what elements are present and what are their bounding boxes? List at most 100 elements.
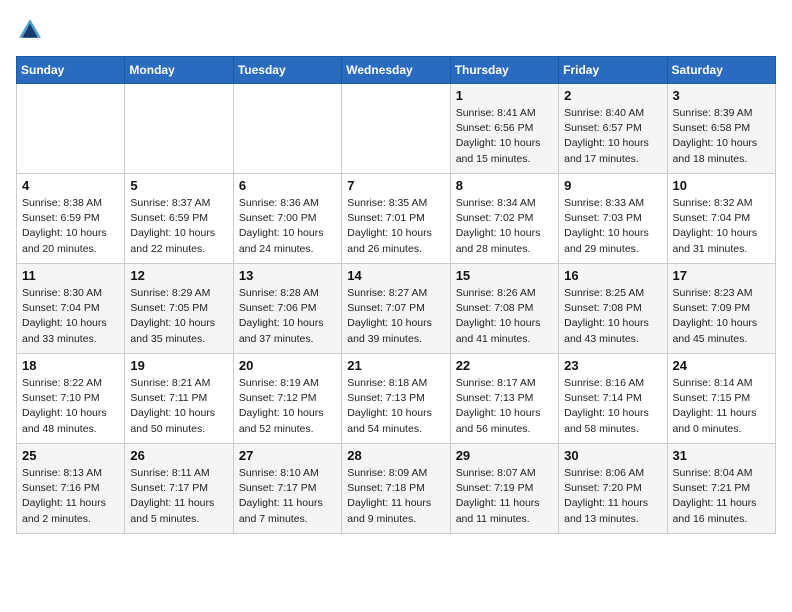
day-number: 15 (456, 268, 553, 283)
day-number: 26 (130, 448, 227, 463)
day-number: 27 (239, 448, 336, 463)
calendar-cell: 5 Sunrise: 8:37 AMSunset: 6:59 PMDaylight… (125, 174, 233, 264)
calendar-cell: 24 Sunrise: 8:14 AMSunset: 7:15 PMDayligh… (667, 354, 775, 444)
day-number: 7 (347, 178, 444, 193)
calendar-week-5: 25Sunrise: 8:13 AMSunset: 7:16 PMDayligh… (17, 444, 776, 534)
day-info: Sunrise: 8:21 AMSunset: 7:11 PMDaylight:… (130, 376, 227, 437)
calendar-cell (233, 84, 341, 174)
calendar-cell: 10 Sunrise: 8:32 AMSunset: 7:04 PMDayligh… (667, 174, 775, 264)
calendar-cell: 1Sunrise: 8:41 AMSunset: 6:56 PMDaylight… (450, 84, 558, 174)
day-number: 11 (22, 268, 119, 283)
day-info: Sunrise: 8:32 AMSunset: 7:04 PMDaylight:… (673, 196, 770, 257)
calendar-cell: 30 Sunrise: 8:06 AMSunset: 7:20 PMDayligh… (559, 444, 667, 534)
calendar-cell (342, 84, 450, 174)
day-info: Sunrise: 8:04 AMSunset: 7:21 PMDaylight:… (673, 466, 770, 527)
day-number: 12 (130, 268, 227, 283)
calendar-cell: 18 Sunrise: 8:22 AMSunset: 7:10 PMDayligh… (17, 354, 125, 444)
day-info: Sunrise: 8:19 AMSunset: 7:12 PMDaylight:… (239, 376, 336, 437)
day-info: Sunrise: 8:25 AMSunset: 7:08 PMDaylight:… (564, 286, 661, 347)
calendar-cell: 2Sunrise: 8:40 AMSunset: 6:57 PMDaylight… (559, 84, 667, 174)
weekday-header-saturday: Saturday (667, 57, 775, 84)
day-info: Sunrise: 8:29 AMSunset: 7:05 PMDaylight:… (130, 286, 227, 347)
day-number: 31 (673, 448, 770, 463)
weekday-header-row: SundayMondayTuesdayWednesdayThursdayFrid… (17, 57, 776, 84)
calendar-week-4: 18 Sunrise: 8:22 AMSunset: 7:10 PMDayligh… (17, 354, 776, 444)
calendar-cell: 11 Sunrise: 8:30 AMSunset: 7:04 PMDayligh… (17, 264, 125, 354)
logo (16, 16, 48, 44)
calendar-week-3: 11 Sunrise: 8:30 AMSunset: 7:04 PMDayligh… (17, 264, 776, 354)
calendar-cell: 22 Sunrise: 8:17 AMSunset: 7:13 PMDayligh… (450, 354, 558, 444)
day-info: Sunrise: 8:30 AMSunset: 7:04 PMDaylight:… (22, 286, 119, 347)
day-number: 28 (347, 448, 444, 463)
day-info: Sunrise: 8:07 AMSunset: 7:19 PMDaylight:… (456, 466, 553, 527)
day-info: Sunrise: 8:36 AMSunset: 7:00 PMDaylight:… (239, 196, 336, 257)
calendar-cell: 8 Sunrise: 8:34 AMSunset: 7:02 PMDaylight… (450, 174, 558, 264)
calendar-cell: 17 Sunrise: 8:23 AMSunset: 7:09 PMDayligh… (667, 264, 775, 354)
weekday-header-wednesday: Wednesday (342, 57, 450, 84)
calendar-cell: 27 Sunrise: 8:10 AMSunset: 7:17 PMDayligh… (233, 444, 341, 534)
day-info: Sunrise: 8:33 AMSunset: 7:03 PMDaylight:… (564, 196, 661, 257)
calendar-cell: 14 Sunrise: 8:27 AMSunset: 7:07 PMDayligh… (342, 264, 450, 354)
day-number: 23 (564, 358, 661, 373)
day-number: 14 (347, 268, 444, 283)
day-number: 24 (673, 358, 770, 373)
calendar-cell: 15Sunrise: 8:26 AMSunset: 7:08 PMDayligh… (450, 264, 558, 354)
day-info: Sunrise: 8:09 AMSunset: 7:18 PMDaylight:… (347, 466, 444, 527)
day-number: 9 (564, 178, 661, 193)
calendar-cell: 26 Sunrise: 8:11 AMSunset: 7:17 PMDayligh… (125, 444, 233, 534)
day-number: 20 (239, 358, 336, 373)
day-number: 21 (347, 358, 444, 373)
calendar-cell: 13 Sunrise: 8:28 AMSunset: 7:06 PMDayligh… (233, 264, 341, 354)
calendar-cell: 31 Sunrise: 8:04 AMSunset: 7:21 PMDayligh… (667, 444, 775, 534)
day-info: Sunrise: 8:11 AMSunset: 7:17 PMDaylight:… (130, 466, 227, 527)
day-number: 4 (22, 178, 119, 193)
weekday-header-tuesday: Tuesday (233, 57, 341, 84)
calendar-cell: 28 Sunrise: 8:09 AMSunset: 7:18 PMDayligh… (342, 444, 450, 534)
weekday-header-friday: Friday (559, 57, 667, 84)
day-info: Sunrise: 8:06 AMSunset: 7:20 PMDaylight:… (564, 466, 661, 527)
day-number: 8 (456, 178, 553, 193)
day-info: Sunrise: 8:39 AMSunset: 6:58 PMDaylight:… (673, 106, 770, 167)
day-number: 6 (239, 178, 336, 193)
day-info: Sunrise: 8:41 AMSunset: 6:56 PMDaylight:… (456, 106, 553, 167)
day-number: 30 (564, 448, 661, 463)
weekday-header-monday: Monday (125, 57, 233, 84)
calendar-cell: 9 Sunrise: 8:33 AMSunset: 7:03 PMDaylight… (559, 174, 667, 264)
logo-icon (16, 16, 44, 44)
day-info: Sunrise: 8:16 AMSunset: 7:14 PMDaylight:… (564, 376, 661, 437)
day-info: Sunrise: 8:14 AMSunset: 7:15 PMDaylight:… (673, 376, 770, 437)
day-number: 18 (22, 358, 119, 373)
day-number: 25 (22, 448, 119, 463)
day-number: 13 (239, 268, 336, 283)
day-number: 17 (673, 268, 770, 283)
calendar-cell: 29Sunrise: 8:07 AMSunset: 7:19 PMDayligh… (450, 444, 558, 534)
day-number: 3 (673, 88, 770, 103)
calendar-cell (125, 84, 233, 174)
calendar-cell: 25Sunrise: 8:13 AMSunset: 7:16 PMDayligh… (17, 444, 125, 534)
weekday-header-thursday: Thursday (450, 57, 558, 84)
day-info: Sunrise: 8:18 AMSunset: 7:13 PMDaylight:… (347, 376, 444, 437)
day-info: Sunrise: 8:17 AMSunset: 7:13 PMDaylight:… (456, 376, 553, 437)
day-info: Sunrise: 8:10 AMSunset: 7:17 PMDaylight:… (239, 466, 336, 527)
calendar-cell: 7 Sunrise: 8:35 AMSunset: 7:01 PMDaylight… (342, 174, 450, 264)
day-info: Sunrise: 8:35 AMSunset: 7:01 PMDaylight:… (347, 196, 444, 257)
calendar-cell: 19 Sunrise: 8:21 AMSunset: 7:11 PMDayligh… (125, 354, 233, 444)
day-number: 19 (130, 358, 227, 373)
day-number: 5 (130, 178, 227, 193)
day-info: Sunrise: 8:28 AMSunset: 7:06 PMDaylight:… (239, 286, 336, 347)
calendar-cell: 3 Sunrise: 8:39 AMSunset: 6:58 PMDaylight… (667, 84, 775, 174)
calendar-cell: 23 Sunrise: 8:16 AMSunset: 7:14 PMDayligh… (559, 354, 667, 444)
day-info: Sunrise: 8:34 AMSunset: 7:02 PMDaylight:… (456, 196, 553, 257)
day-info: Sunrise: 8:27 AMSunset: 7:07 PMDaylight:… (347, 286, 444, 347)
weekday-header-sunday: Sunday (17, 57, 125, 84)
calendar-cell: 16Sunrise: 8:25 AMSunset: 7:08 PMDayligh… (559, 264, 667, 354)
day-number: 2 (564, 88, 661, 103)
day-number: 22 (456, 358, 553, 373)
day-info: Sunrise: 8:23 AMSunset: 7:09 PMDaylight:… (673, 286, 770, 347)
day-info: Sunrise: 8:37 AMSunset: 6:59 PMDaylight:… (130, 196, 227, 257)
page-header (16, 16, 776, 44)
day-info: Sunrise: 8:22 AMSunset: 7:10 PMDaylight:… (22, 376, 119, 437)
day-number: 10 (673, 178, 770, 193)
calendar-week-1: 1Sunrise: 8:41 AMSunset: 6:56 PMDaylight… (17, 84, 776, 174)
calendar-cell: 21 Sunrise: 8:18 AMSunset: 7:13 PMDayligh… (342, 354, 450, 444)
